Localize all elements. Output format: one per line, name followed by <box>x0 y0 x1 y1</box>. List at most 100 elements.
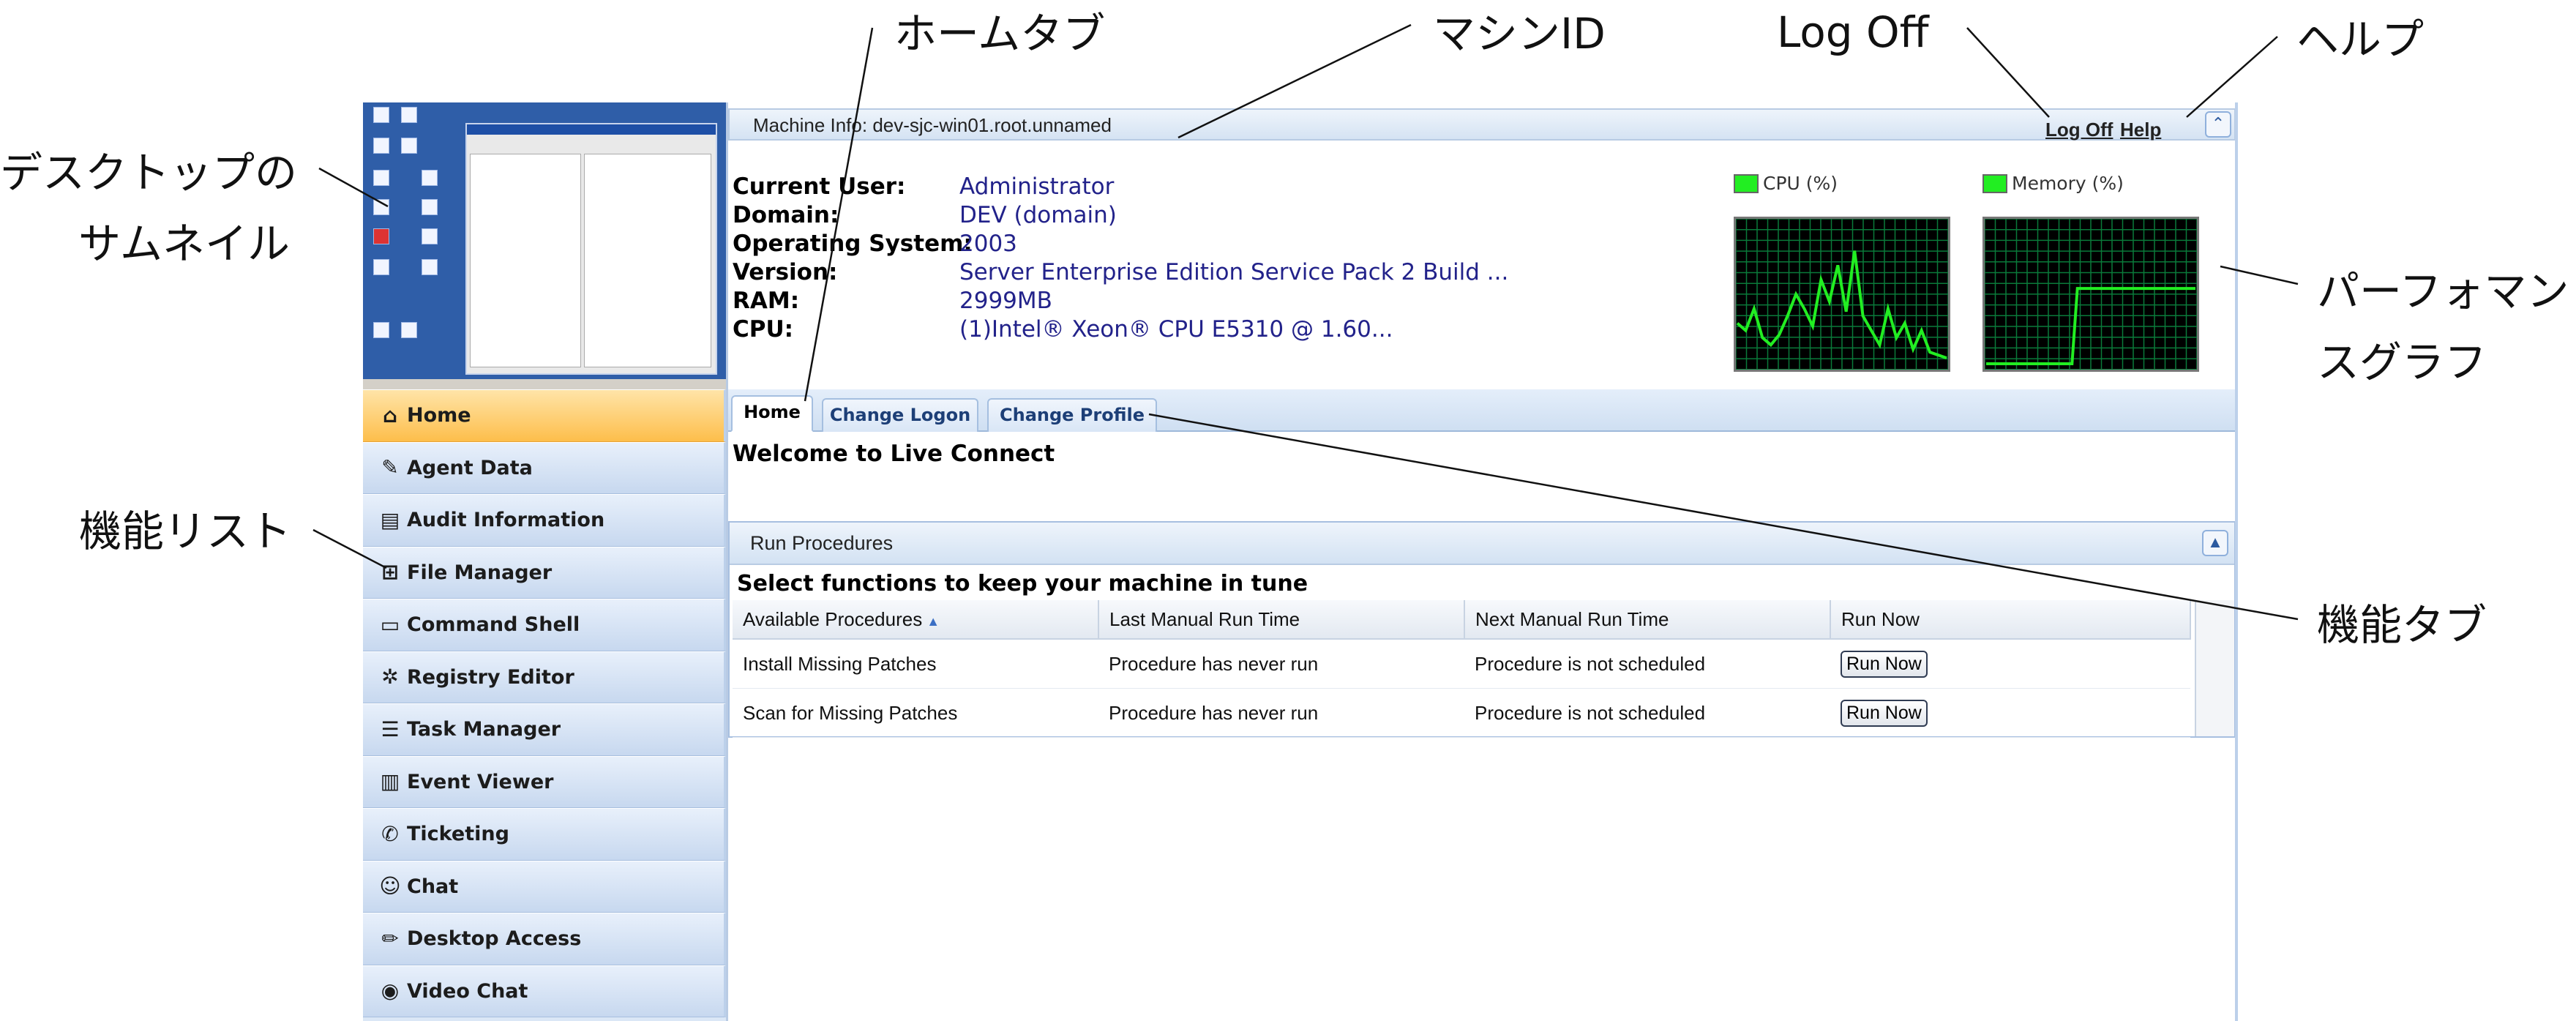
desktop-thumbnail[interactable] <box>363 102 726 389</box>
callout-function-tabs: 機能タブ <box>2317 600 2487 650</box>
sidebar-item-desktop-access[interactable]: ✏ Desktop Access <box>363 913 726 965</box>
machine-info-value: 2999MB <box>959 288 1052 314</box>
sidebar-item-label: Agent Data <box>407 456 533 479</box>
function-tabs: Home Change Logon Change Profile <box>728 389 2236 432</box>
machine-id: Machine Info: dev-sjc-win01.root.unnamed <box>753 114 1112 136</box>
callout-desktop-thumbnail: デスクトップの サムネイル <box>0 146 298 270</box>
sidebar-item-label: Desktop Access <box>407 927 582 951</box>
sidebar-item-label: Command Shell <box>407 613 580 637</box>
callout-performance-graph-line1: パーフォマン <box>2317 266 2569 316</box>
table-cell-name: Install Missing Patches <box>733 639 1098 689</box>
desktop-icon <box>373 259 389 275</box>
log-off-link[interactable]: Log Off <box>2045 119 2113 141</box>
table-cell-action: Run Now <box>1830 639 2190 689</box>
table-cell-name: Scan for Missing Patches <box>733 688 1098 738</box>
thumbnail-explorer-window <box>465 123 717 375</box>
help-link[interactable]: Help <box>2120 119 2161 141</box>
machine-info-value: DEV (domain) <box>959 202 1117 228</box>
machine-info-key: Operating System: <box>733 231 973 257</box>
desktop-icon <box>401 322 417 338</box>
machine-info-key: RAM: <box>733 288 800 314</box>
double-chevron-up-icon[interactable]: ⌃ <box>2205 111 2231 138</box>
tab-change-profile[interactable]: Change Profile <box>987 398 1157 432</box>
tab-home[interactable]: Home <box>731 395 813 432</box>
desktop-icon <box>401 138 417 154</box>
run-procedures-header: Run Procedures ▲ <box>730 523 2234 565</box>
sidebar-item-task-manager[interactable]: ☰ Task Manager <box>363 703 726 756</box>
thumbnail-window-titlebar <box>467 124 716 135</box>
desktop-icon <box>373 170 389 186</box>
cpu-legend-swatch <box>1734 173 1759 193</box>
desktop-icon <box>373 199 389 215</box>
chat-icon: ☺ <box>379 874 401 899</box>
sort-ascending-icon: ▲ <box>926 613 940 629</box>
agent-data-icon: ✎ <box>381 455 399 480</box>
callout-performance-graph-line2: スグラフ <box>2317 337 2487 387</box>
sidebar-item-video-chat[interactable]: ◉ Video Chat <box>363 965 726 1017</box>
sidebar-item-audit-information[interactable]: ▤ Audit Information <box>363 494 726 547</box>
ticket-icon: ✆ <box>381 821 399 846</box>
machine-info-value: Administrator <box>959 173 1115 200</box>
machine-info-key: CPU: <box>733 316 794 343</box>
desktop-icon <box>401 107 417 123</box>
sidebar-item-label: Audit Information <box>407 509 605 532</box>
callout-machine-id: マシンID <box>1433 9 1606 59</box>
machine-info-row: Operating System: 2003 <box>733 230 1611 258</box>
sidebar-item-home[interactable]: ⌂ Home <box>363 389 726 442</box>
column-header-available-procedures[interactable]: Available Procedures ▲ <box>733 600 1099 640</box>
sidebar-item-agent-data[interactable]: ✎ Agent Data <box>363 441 726 494</box>
procedures-scrollbar[interactable] <box>2195 600 2234 736</box>
sidebar-item-registry-editor[interactable]: ✲ Registry Editor <box>363 651 726 703</box>
callout-desktop-thumbnail-line1: デスクトップの <box>0 148 298 198</box>
run-now-button[interactable]: Run Now <box>1841 699 1928 727</box>
sidebar-item-chat[interactable]: ☺ Chat <box>363 860 726 913</box>
audit-icon: ▤ <box>380 507 400 532</box>
memory-legend-swatch <box>1982 173 2007 193</box>
cpu-graph-svg <box>1735 218 1949 370</box>
sidebar-item-command-shell[interactable]: ▭ Command Shell <box>363 599 726 651</box>
chevron-up-icon[interactable]: ▲ <box>2202 530 2228 556</box>
tab-change-logon[interactable]: Change Logon <box>822 398 978 432</box>
task-manager-icon: ☰ <box>381 717 400 741</box>
column-header-next-run[interactable]: Next Manual Run Time <box>1464 600 1831 640</box>
table-cell-action: Run Now <box>1830 688 2190 738</box>
column-header-label: Available Procedures <box>743 607 923 630</box>
callout-help: ヘルプ <box>2296 15 2425 64</box>
left-column: ⌂ Home ✎ Agent Data ▤ Audit Information ⊞ File … <box>363 102 726 1021</box>
registry-icon: ✲ <box>381 665 399 689</box>
table-cell-next: Procedure is not scheduled <box>1464 639 1830 689</box>
desktop-icon <box>373 138 389 154</box>
sidebar-item-label: File Manager <box>407 561 553 584</box>
table-cell-last: Procedure has never run <box>1098 639 1464 689</box>
machine-info-row: Version: Server Enterprise Edition Servic… <box>733 258 1611 287</box>
table-row: Install Missing Patches Procedure has nev… <box>733 639 2190 689</box>
run-procedures-panel: Run Procedures ▲ Select functions to kee… <box>728 521 2236 738</box>
cpu-legend-label: CPU (%) <box>1763 173 1838 194</box>
sidebar-item-event-viewer[interactable]: ▥ Event Viewer <box>363 755 726 808</box>
cpu-legend: CPU (%) <box>1734 173 1838 194</box>
memory-performance-graph <box>1982 217 2199 372</box>
run-procedures-subtitle: Select functions to keep your machine in… <box>737 571 1308 596</box>
video-chat-icon: ◉ <box>381 979 400 1003</box>
function-list: ⌂ Home ✎ Agent Data ▤ Audit Information ⊞ File … <box>363 389 726 1017</box>
desktop-icon <box>422 228 438 244</box>
procedures-table-header: Available Procedures ▲ Last Manual Run Ti… <box>733 600 2191 640</box>
cpu-performance-graph <box>1734 217 1950 372</box>
machine-info-row: CPU: (1)Intel® Xeon® CPU E5310 @ 1.60... <box>733 315 1611 344</box>
machine-info-row: Current User: Administrator <box>733 173 1611 201</box>
home-icon: ⌂ <box>382 403 398 427</box>
desktop-access-icon: ✏ <box>381 926 399 951</box>
folder-icon: ⊞ <box>381 560 399 585</box>
sidebar-item-ticketing[interactable]: ✆ Ticketing <box>363 808 726 861</box>
sidebar-item-label: Task Manager <box>407 718 561 741</box>
welcome-heading: Welcome to Live Connect <box>733 441 1055 467</box>
column-header-run-now[interactable]: Run Now <box>1830 600 2191 640</box>
command-shell-icon: ▭ <box>380 612 400 637</box>
machine-info-value: 2003 <box>959 231 1017 257</box>
column-header-last-run[interactable]: Last Manual Run Time <box>1098 600 1465 640</box>
run-now-button[interactable]: Run Now <box>1841 650 1928 678</box>
callout-home-tab: ホームタブ <box>894 9 1106 59</box>
procedures-table: Available Procedures ▲ Last Manual Run Ti… <box>733 600 2191 738</box>
sidebar-item-file-manager[interactable]: ⊞ File Manager <box>363 546 726 599</box>
sidebar-item-label: Chat <box>407 875 459 898</box>
